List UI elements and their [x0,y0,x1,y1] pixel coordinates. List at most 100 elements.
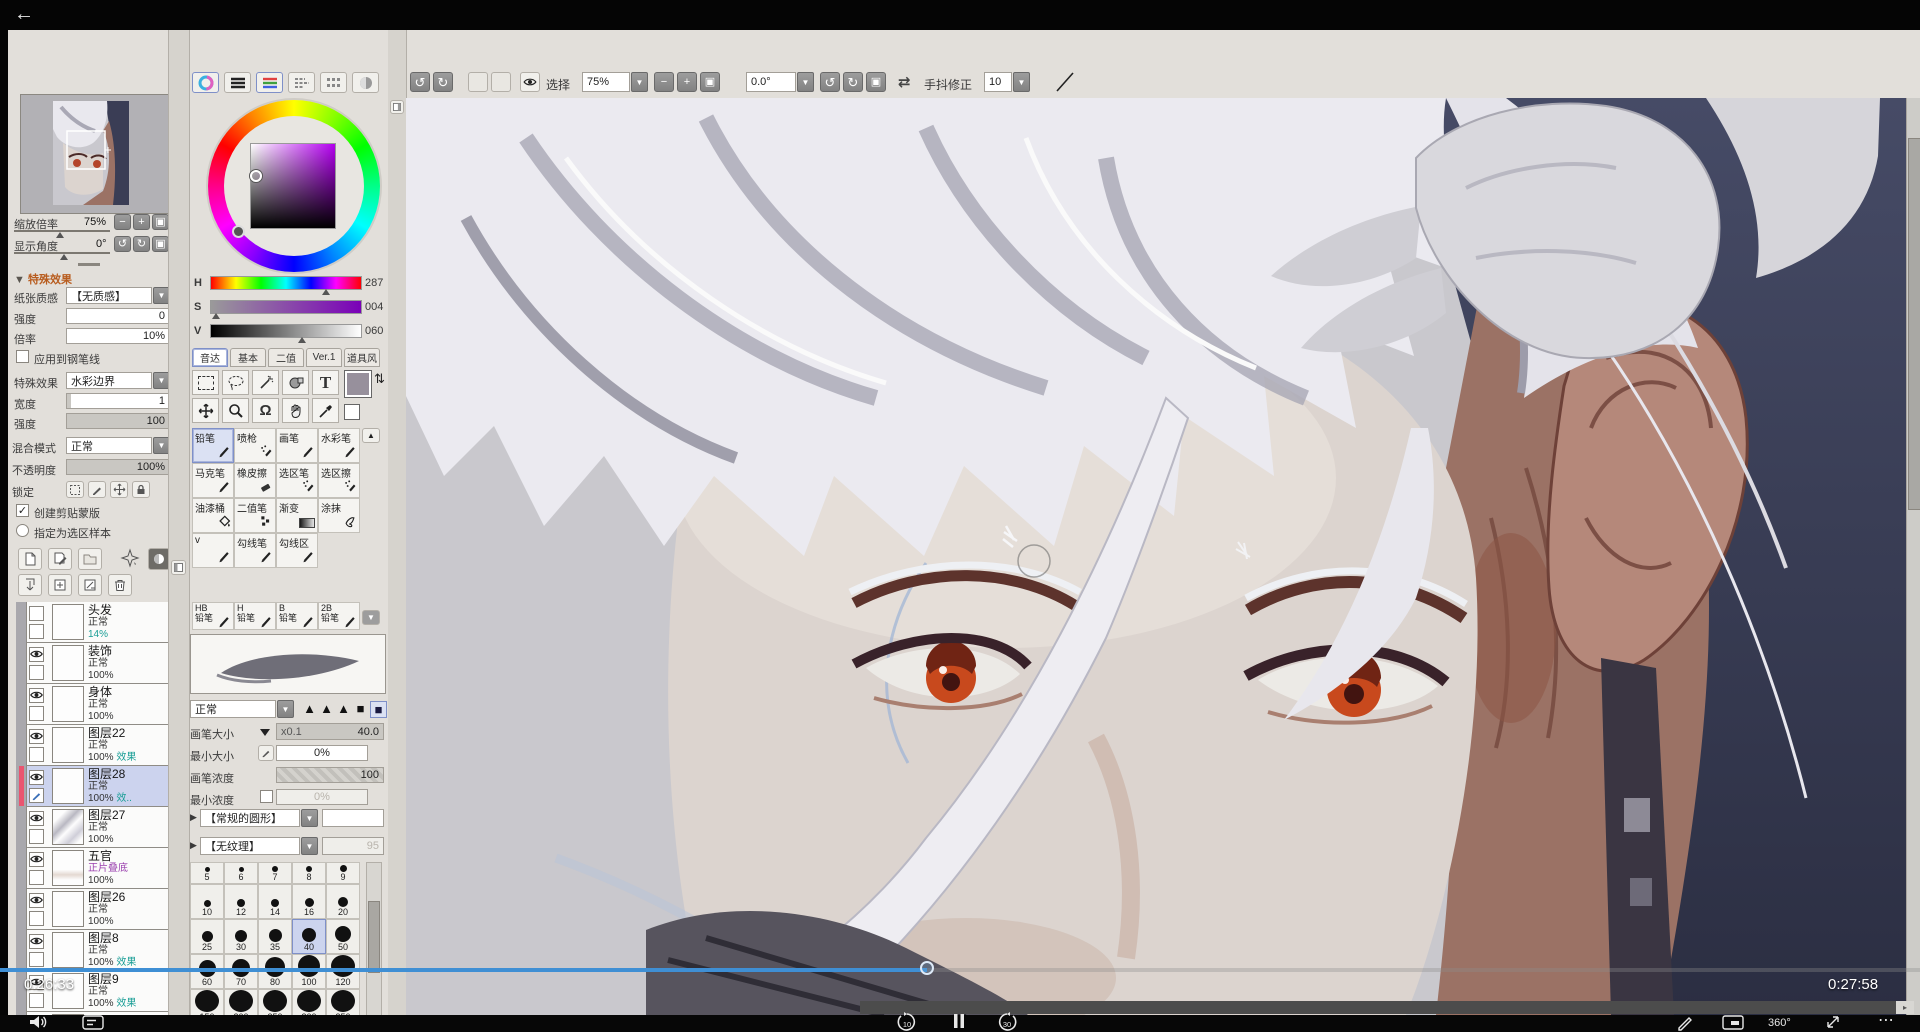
new-folder-button[interactable] [78,548,102,570]
layer-thumbnail[interactable] [52,850,84,886]
text-tool[interactable]: T [312,370,339,395]
layer-clip-toggle[interactable] [29,911,44,926]
brush-size-cell[interactable]: 12 [224,884,258,919]
sv-marker[interactable] [250,170,262,182]
opacity-slider[interactable]: 100% [66,459,170,475]
layer-visibility-toggle[interactable] [29,688,44,703]
brush-size-cell[interactable]: 5 [190,862,224,884]
tool-tab[interactable]: 音达 [192,348,228,367]
brush-shape-param[interactable] [322,809,384,827]
expand-triangle-icon[interactable]: ▶ [190,812,197,823]
brush-size-cell[interactable]: 6 [224,862,258,884]
zoom-out-button[interactable]: − [654,72,674,92]
pencil-variant-cell[interactable]: 2B铅笔 [318,602,360,630]
brush-cell[interactable]: 勾线区 [276,533,318,568]
brush-size-cell[interactable]: 7 [258,862,292,884]
layer-visibility-toggle[interactable] [29,811,44,826]
layer-row[interactable]: 图层28 正常 100% 效.. [26,766,172,807]
layer-thumbnail[interactable] [52,932,84,968]
collapse-panel-button[interactable] [390,100,404,114]
canvas-zoom-select[interactable]: 75%▼ [582,72,648,92]
brush-cell[interactable]: 铅笔 [192,428,234,463]
threesixty-button[interactable]: 360° [1768,1017,1791,1029]
eyedropper-tool[interactable] [312,398,339,423]
layer-clip-toggle[interactable] [29,747,44,762]
layer-row[interactable]: 图层8 正常 100% 效果 [26,930,172,971]
size-grid-scrollbar[interactable] [366,862,382,1017]
magic-wand-tool[interactable] [252,370,279,395]
hand-tool[interactable] [282,398,309,423]
brush-cell[interactable]: 渐变 [276,498,318,533]
new-linework-layer-button[interactable] [48,548,72,570]
pencil-variant-cell[interactable]: H铅笔 [234,602,276,630]
canvas-angle-select[interactable]: 0.0°▼ [746,72,814,92]
sat-marker[interactable] [212,313,220,319]
rotate-view-tool[interactable]: Ω [252,398,279,423]
layer-clip-toggle[interactable] [29,788,44,803]
tip-shape-medium[interactable]: ▲ [319,701,334,716]
tip-shape-flat[interactable]: ■ [353,701,368,716]
min-size-field[interactable]: 0% [276,745,368,761]
swap-colors-icon[interactable]: ⇅ [374,371,385,387]
min-density-field[interactable]: 0% [276,789,368,805]
chevron-down-icon[interactable]: ▼ [797,72,814,92]
brush-size-cell[interactable]: 50 [326,919,360,954]
move-tool[interactable] [192,398,219,423]
panel-divider[interactable] [168,30,190,1015]
brush-scroll-down-button[interactable]: ▼ [362,610,380,625]
layer-row[interactable]: 头发 正常 14% [26,602,172,643]
tool-tab[interactable]: 基本 [230,348,266,367]
layer-clip-toggle[interactable] [29,829,44,844]
brush-size-cell[interactable]: 40 [292,919,326,954]
brush-texture-select[interactable]: 【无纹理】▼ [200,837,318,855]
brush-size-cell[interactable]: 20 [326,884,360,919]
canvas-vscrollbar[interactable] [1906,98,1920,1015]
selection-move-tool[interactable] [282,370,309,395]
apply-to-linework-checkbox[interactable] [16,350,29,363]
layer-thumbnail[interactable] [52,809,84,845]
brush-cell[interactable]: 选区擦 [318,463,360,498]
mixer-tab-button[interactable] [352,72,379,93]
chevron-down-icon[interactable]: ▼ [277,700,294,718]
chevron-down-icon[interactable]: ▼ [301,809,318,827]
nav-zoom-in-button[interactable]: + [133,214,150,230]
nav-rotate-ccw-button[interactable]: ↺ [114,236,131,252]
chevron-down-icon[interactable]: ▼ [301,837,318,855]
subtitle-button[interactable] [1722,1015,1744,1030]
stroke-style-icon[interactable] [1054,70,1076,94]
layer-clip-toggle[interactable] [29,706,44,721]
lock-transparency-button[interactable] [66,481,84,498]
clipping-mask-checkbox[interactable]: ✓ [16,504,29,517]
lock-position-button[interactable] [110,481,128,498]
tip-shape-square[interactable]: ■ [370,701,387,718]
panel-divider[interactable] [388,30,407,1015]
hue-slider[interactable] [210,276,362,290]
brush-size-cell[interactable]: 25 [190,919,224,954]
layer-clip-toggle[interactable] [29,993,44,1008]
canvas-vscroll-thumb[interactable] [1908,138,1920,510]
pause-button[interactable] [952,1013,966,1029]
brush-size-cell[interactable]: 350 [326,989,360,1015]
back-arrow-icon[interactable]: ← [14,3,34,26]
layer-visibility-toggle[interactable] [29,852,44,867]
brush-size-cell[interactable]: 16 [292,884,326,919]
rotate-ccw-button[interactable]: ↺ [820,72,840,92]
val-slider[interactable] [210,324,362,338]
lasso-tool[interactable] [222,370,249,395]
color-wheel-tab-button[interactable] [192,72,219,93]
brush-cell[interactable]: 水彩笔 [318,428,360,463]
merge-down-button[interactable] [48,574,72,596]
paper-scale-field[interactable]: 10% [66,328,170,344]
nav-zoom-reset-button[interactable]: ▣ [152,214,169,230]
forward-30-button[interactable]: 30 [996,1012,1018,1032]
size-unit-toggle[interactable] [260,729,270,736]
min-size-pen-button[interactable] [258,745,274,761]
sv-square[interactable] [250,143,336,229]
brush-cell[interactable]: 二值笔 [234,498,276,533]
layer-clip-toggle[interactable] [29,952,44,967]
brush-size-cell[interactable]: 9 [326,862,360,884]
layer-visibility-toggle[interactable] [29,606,44,621]
swatches-tab-button[interactable] [288,72,315,93]
zoom-in-button[interactable]: + [677,72,697,92]
danmaku-button[interactable] [82,1015,104,1030]
